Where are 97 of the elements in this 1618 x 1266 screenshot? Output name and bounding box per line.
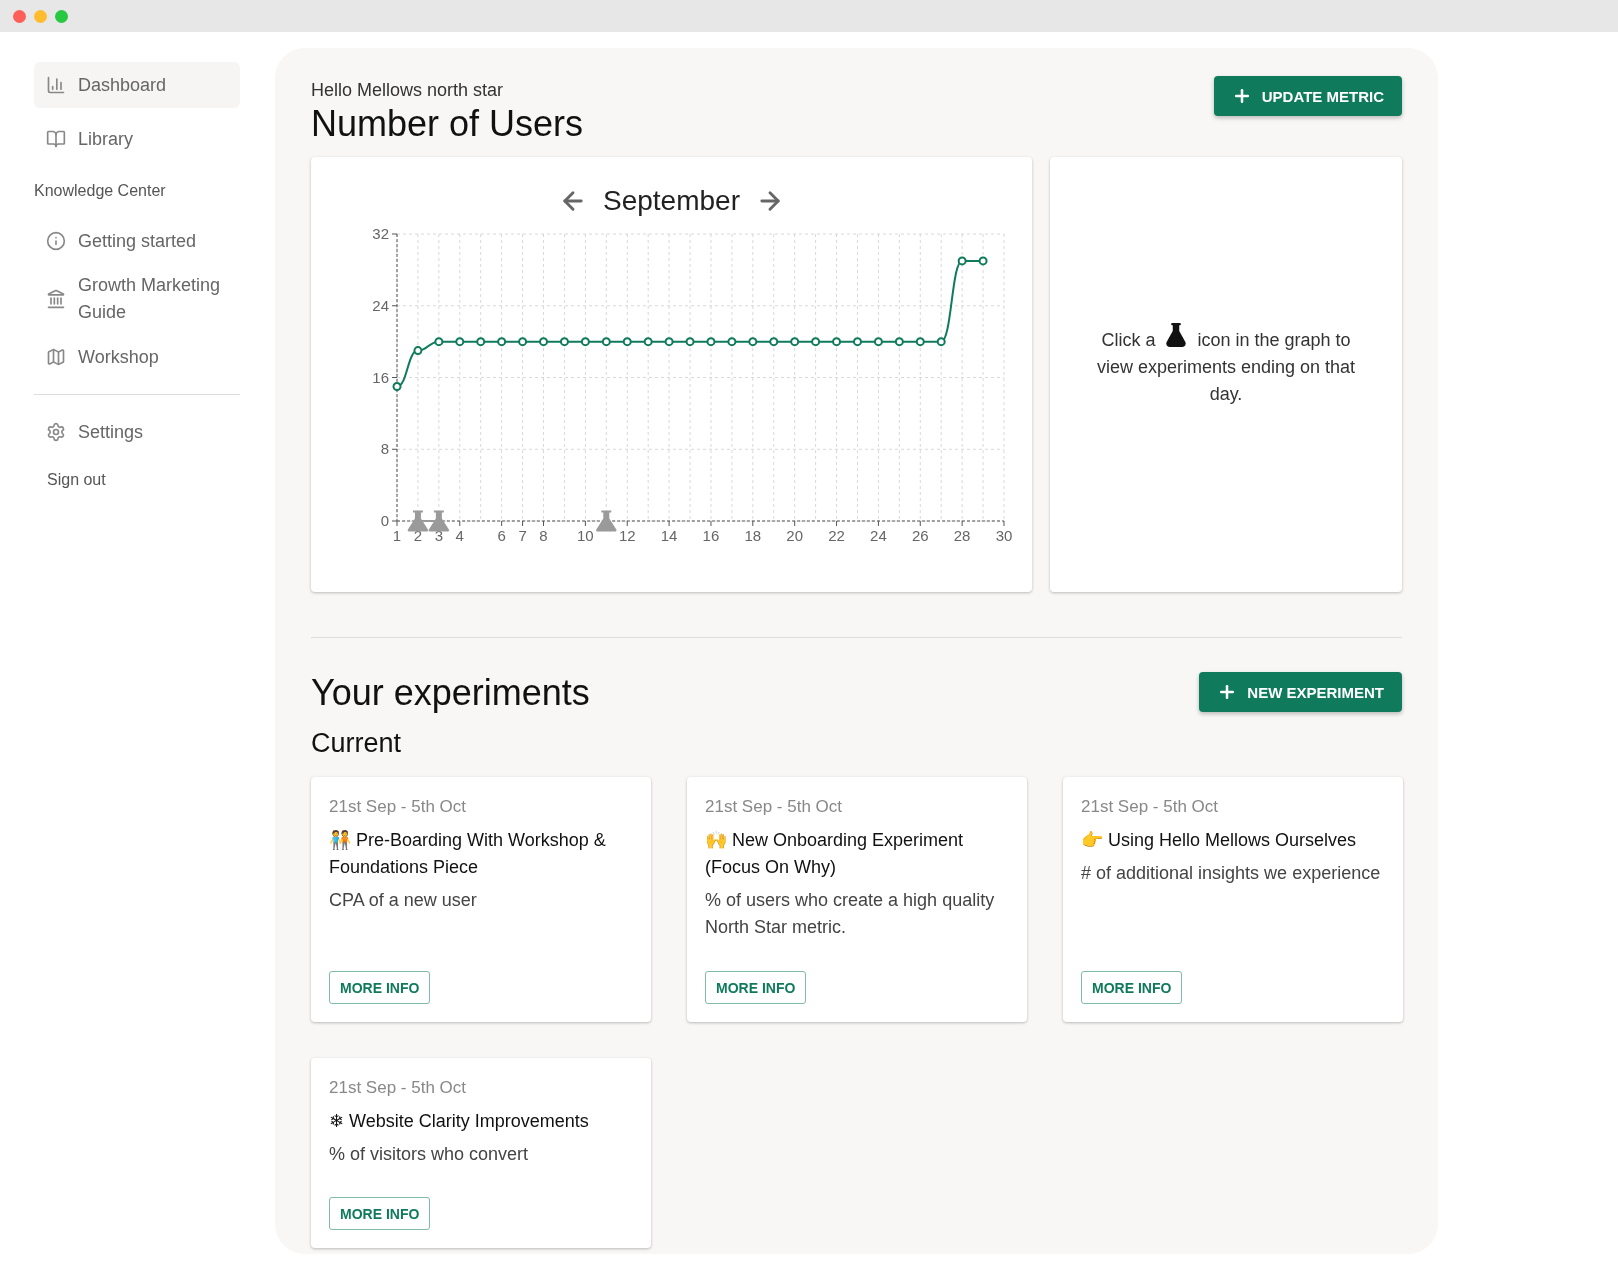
- close-window-button[interactable]: [13, 9, 26, 23]
- data-point: [831, 337, 841, 347]
- hint-text: icon in the graph to: [1197, 328, 1351, 352]
- date-range: 21st Sep - 5th Oct: [329, 1078, 467, 1098]
- y-tick-label: 16: [371, 368, 389, 386]
- more-info-button[interactable]: MORE INFO: [1081, 971, 1183, 1004]
- x-tick-label: 12: [618, 527, 636, 544]
- data-point: [810, 337, 820, 347]
- y-tick-label: 32: [371, 225, 389, 242]
- date-range: 21st Sep - 5th Oct: [329, 797, 467, 817]
- month-label: September: [603, 185, 740, 217]
- data-point: [454, 337, 464, 347]
- data-point: [412, 346, 422, 356]
- data-point: [601, 337, 611, 347]
- sign-out-link[interactable]: Sign out: [34, 463, 240, 497]
- section-title: Knowledge Center: [34, 181, 167, 201]
- chart-icon: [46, 75, 66, 95]
- x-tick-label: 4: [455, 527, 464, 544]
- data-point: [517, 337, 527, 347]
- data-point: [747, 337, 757, 347]
- date-range: 21st Sep - 5th Oct: [1081, 797, 1219, 817]
- sidebar-item[interactable]: Library: [34, 116, 240, 162]
- flask-icon[interactable]: [428, 510, 449, 532]
- subsection-heading: Current: [311, 728, 403, 759]
- x-tick-label: 1: [392, 527, 401, 544]
- bank-icon: [46, 289, 66, 309]
- new-experiment-button[interactable]: NEW EXPERIMENT: [1199, 672, 1402, 712]
- data-point: [580, 337, 590, 347]
- x-tick-label: 14: [660, 527, 677, 544]
- info-icon: [46, 231, 66, 251]
- x-tick-label: 6: [497, 527, 506, 544]
- data-point: [559, 337, 569, 347]
- settings-icon: [46, 422, 66, 442]
- data-point: [664, 337, 674, 347]
- x-tick-label: 18: [744, 527, 761, 544]
- experiment-title: 🧑‍🤝‍🧑 Pre-Boarding With Workshop & Foundations Piece: [329, 829, 607, 879]
- experiment-metric: % of visitors who convert: [329, 1143, 530, 1166]
- more-info-button[interactable]: MORE INFO: [329, 971, 431, 1004]
- x-tick-label: 26: [911, 527, 929, 544]
- x-tick-label: 30: [995, 527, 1012, 544]
- settings-item[interactable]: Settings: [34, 409, 240, 455]
- y-tick-label: 24: [371, 296, 389, 314]
- page-title: Number of Users: [311, 103, 584, 145]
- data-point: [957, 256, 967, 266]
- x-tick-label: 8: [538, 527, 548, 544]
- section-heading: Your experiments: [311, 672, 590, 714]
- experiment-title: 👉 Using Hello Mellows Ourselves: [1081, 829, 1358, 852]
- more-info-button[interactable]: MORE INFO: [329, 1197, 431, 1230]
- data-point: [915, 337, 925, 347]
- x-tick-label: 28: [953, 527, 970, 544]
- data-point: [726, 337, 736, 347]
- data-point: [475, 337, 485, 347]
- x-tick-label: 20: [785, 527, 803, 544]
- sidebar-item[interactable]: Workshop: [34, 334, 240, 380]
- update-metric-button[interactable]: UPDATE METRIC: [1213, 76, 1402, 116]
- data-point: [768, 337, 778, 347]
- data-point: [894, 337, 904, 347]
- data-point: [936, 337, 946, 347]
- date-range: 21st Sep - 5th Oct: [705, 797, 843, 817]
- data-point: [685, 337, 695, 347]
- data-point: [978, 256, 988, 266]
- x-tick-label: 7: [517, 527, 527, 544]
- x-tick-label: 22: [827, 527, 845, 544]
- data-point: [643, 337, 653, 347]
- book-icon: [46, 129, 66, 149]
- experiment-metric: CPA of a new user: [329, 889, 478, 912]
- data-point: [538, 337, 548, 347]
- experiment-metric: % of users who create a high quality North Star metric.: [705, 889, 996, 939]
- data-point: [392, 381, 401, 391]
- y-tick-label: 0: [380, 512, 389, 529]
- map-icon: [46, 347, 66, 367]
- flask-icon[interactable]: [407, 510, 428, 532]
- page-subtitle: Hello Mellows north star: [311, 80, 505, 101]
- x-tick-label: 16: [702, 527, 719, 544]
- sidebar-item[interactable]: Growth Marketing Guide: [34, 272, 240, 326]
- x-tick-label: 2: [413, 527, 422, 544]
- x-tick-label: 3: [434, 527, 443, 544]
- data-point: [433, 337, 443, 347]
- more-info-button[interactable]: MORE INFO: [705, 971, 807, 1004]
- data-point: [873, 337, 883, 347]
- data-point: [496, 337, 506, 347]
- experiment-title: 🙌 New Onboarding Experiment (Focus On Why): [705, 829, 965, 879]
- x-tick-label: 24: [869, 527, 887, 544]
- data-point: [705, 337, 715, 347]
- sidebar-item[interactable]: Dashboard: [34, 62, 240, 108]
- experiment-title: ❄ Website Clarity Improvements: [329, 1110, 590, 1133]
- maximize-window-button[interactable]: [55, 9, 68, 23]
- data-point: [622, 337, 632, 347]
- y-tick-label: 8: [380, 440, 389, 458]
- x-tick-label: 10: [576, 527, 594, 544]
- experiment-metric: # of additional insights we experience: [1081, 862, 1382, 885]
- data-point: [852, 337, 862, 347]
- data-point: [789, 337, 799, 347]
- sidebar-item[interactable]: Getting started: [34, 218, 240, 264]
- hint-text: Click a: [1101, 328, 1156, 352]
- hint-text: view experiments ending on that day.: [1095, 355, 1357, 406]
- flask-icon[interactable]: [595, 510, 617, 532]
